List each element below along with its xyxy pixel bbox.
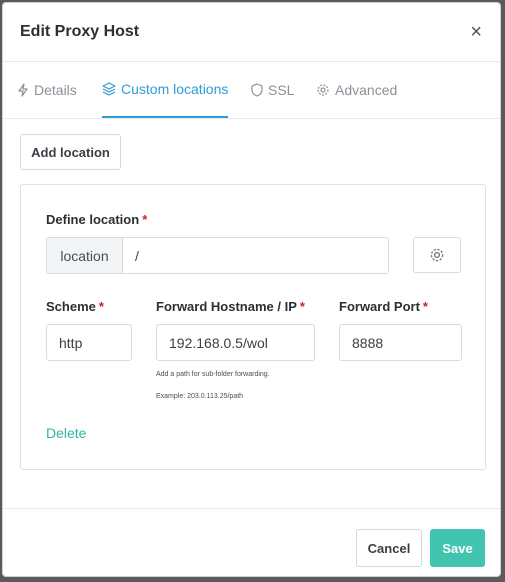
- subfolder-hint: Add a path for sub-folder forwarding.: [156, 371, 270, 378]
- example-hint: Example: 203.0.113.25/path: [156, 393, 244, 400]
- close-icon[interactable]: ×: [470, 22, 482, 42]
- tab-label: SSL: [268, 82, 295, 98]
- location-path-input[interactable]: /: [122, 237, 389, 274]
- bolt-icon: [18, 83, 28, 97]
- location-addon: location: [46, 237, 122, 274]
- gear-icon: [317, 84, 329, 96]
- tab-label: Custom locations: [121, 81, 229, 97]
- scheme-input[interactable]: http: [46, 324, 132, 361]
- add-location-button[interactable]: Add location: [20, 134, 121, 170]
- label-text: Forward Hostname / IP: [156, 299, 297, 314]
- scheme-label: Scheme *: [46, 299, 104, 314]
- label-text: Define location: [46, 212, 140, 227]
- dialog-header: Edit Proxy Host ×: [3, 3, 500, 62]
- required-mark: *: [142, 212, 148, 227]
- required-mark: *: [299, 299, 305, 314]
- label-text: Scheme: [46, 299, 96, 314]
- location-card: Define location * location / Scheme * Forw…: [20, 184, 486, 470]
- forward-hostname-input[interactable]: 192.168.0.5/wol: [156, 324, 315, 361]
- forward-port-input[interactable]: 8888: [339, 324, 462, 361]
- tab-label: Details: [34, 82, 77, 98]
- delete-location-link[interactable]: Delete: [46, 425, 86, 441]
- tab-ssl[interactable]: SSL: [251, 62, 294, 118]
- tab-label: Advanced: [335, 82, 398, 98]
- tab-custom-locations[interactable]: Custom locations: [102, 62, 229, 118]
- required-mark: *: [422, 299, 428, 314]
- label-text: Forward Port: [339, 299, 420, 314]
- forward-port-label: Forward Port *: [339, 299, 428, 314]
- shield-icon: [251, 83, 263, 97]
- dialog-title: Edit Proxy Host: [20, 23, 140, 40]
- tab-details[interactable]: Details: [17, 62, 77, 118]
- layers-icon: [102, 82, 116, 96]
- dialog-footer: Cancel Save: [3, 508, 500, 576]
- cancel-button[interactable]: Cancel: [356, 529, 422, 567]
- tab-bar: Details Custom locations SSL Advanced: [3, 62, 500, 119]
- location-settings-button[interactable]: [413, 237, 461, 273]
- forward-hostname-label: Forward Hostname / IP *: [156, 299, 305, 314]
- save-button[interactable]: Save: [430, 529, 485, 567]
- required-mark: *: [98, 299, 104, 314]
- gear-icon: [430, 248, 444, 262]
- tab-advanced[interactable]: Advanced: [316, 62, 397, 118]
- define-location-label: Define location *: [46, 212, 147, 227]
- edit-proxy-host-dialog: Edit Proxy Host × Details Custom locatio…: [2, 2, 501, 577]
